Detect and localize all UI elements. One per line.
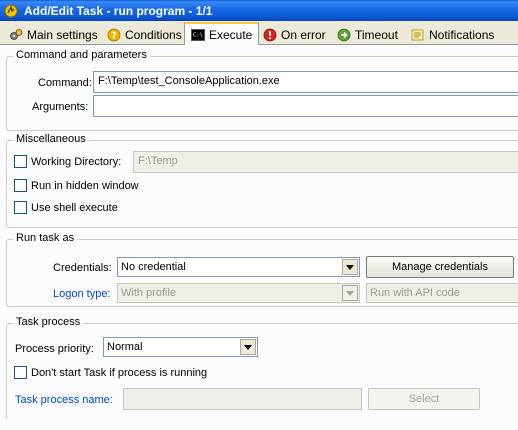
svg-text:C:\: C:\ <box>193 32 203 38</box>
group-title: Run task as <box>13 232 78 244</box>
process-group: Task process Process priority: Normal Do… <box>6 316 518 420</box>
dont-start-label: Don't start Task if process is running <box>31 367 208 379</box>
notifications-icon <box>411 28 425 42</box>
chevron-down-icon[interactable] <box>342 259 358 275</box>
hidden-window-checkbox[interactable] <box>14 179 27 192</box>
misc-group: Miscellaneous Working Directory: F:\Temp… <box>6 133 518 228</box>
error-icon <box>263 28 277 42</box>
tab-main-settings[interactable]: Main settings <box>2 24 105 45</box>
chevron-down-icon[interactable] <box>342 285 358 301</box>
tab-label: On error <box>281 27 326 42</box>
run-as-group: Run task as Credentials: No credential M… <box>6 232 518 307</box>
tab-on-error[interactable]: On error <box>256 24 333 45</box>
arguments-input[interactable] <box>93 95 518 117</box>
logon-type-value: With profile <box>121 287 177 299</box>
gears-icon <box>9 28 23 42</box>
window-title: Add/Edit Task - run program - 1/1 <box>24 3 213 18</box>
command-input[interactable]: F:\Temp\test_ConsoleApplication.exe <box>93 71 518 93</box>
process-priority-select[interactable]: Normal <box>103 337 258 357</box>
run-with-value: Run with API code <box>370 287 460 299</box>
select-button[interactable]: Select <box>368 388 480 410</box>
console-icon: C:\ <box>191 28 205 42</box>
app-icon <box>4 4 18 18</box>
shell-execute-checkbox[interactable] <box>14 201 27 214</box>
command-group: Command and parameters Command: F:\Temp\… <box>6 49 518 131</box>
timeout-icon <box>337 28 351 42</box>
shell-execute-label: Use shell execute <box>31 202 118 214</box>
question-icon: ? <box>107 28 121 42</box>
working-directory-checkbox[interactable] <box>14 155 27 168</box>
group-title: Task process <box>13 316 84 328</box>
logon-type-label: Logon type: <box>53 288 111 300</box>
logon-type-select[interactable]: With profile <box>117 283 360 303</box>
working-directory-input[interactable]: F:\Temp <box>133 151 518 173</box>
execute-panel: Command and parameters Command: F:\Temp\… <box>0 45 518 430</box>
group-title: Command and parameters <box>13 49 150 61</box>
svg-text:?: ? <box>111 30 117 41</box>
manage-credentials-button[interactable]: Manage credentials <box>366 256 514 278</box>
tab-label: Timeout <box>355 27 398 42</box>
tab-conditions[interactable]: ? Conditions <box>100 24 189 45</box>
working-directory-label: Working Directory: <box>31 156 122 168</box>
hidden-window-label: Run in hidden window <box>31 180 139 192</box>
process-priority-value: Normal <box>107 341 143 353</box>
chevron-down-icon[interactable] <box>240 339 256 355</box>
credentials-label: Credentials: <box>53 262 112 274</box>
tab-timeout[interactable]: Timeout <box>330 24 405 45</box>
tab-label: Notifications <box>429 27 495 42</box>
command-label: Command: <box>38 77 92 89</box>
credentials-select[interactable]: No credential <box>117 257 360 277</box>
tab-bar: Main settings ? Conditions C:\ Execute O… <box>0 21 518 46</box>
credentials-value: No credential <box>121 261 186 273</box>
arguments-label: Arguments: <box>32 101 89 113</box>
tab-label: Main settings <box>27 27 98 42</box>
run-with-select[interactable]: Run with API code <box>366 283 518 303</box>
title-bar: Add/Edit Task - run program - 1/1 <box>0 0 518 21</box>
tab-execute[interactable]: C:\ Execute <box>184 22 260 46</box>
process-name-input[interactable] <box>123 388 362 410</box>
process-priority-label: Process priority: <box>15 343 94 355</box>
process-name-label: Task process name: <box>15 394 113 406</box>
group-title: Miscellaneous <box>13 133 89 145</box>
dont-start-checkbox[interactable] <box>14 366 27 379</box>
tab-label: Execute <box>209 27 253 42</box>
tab-label: Conditions <box>125 27 182 42</box>
tab-notifications[interactable]: Notifications <box>404 24 501 45</box>
